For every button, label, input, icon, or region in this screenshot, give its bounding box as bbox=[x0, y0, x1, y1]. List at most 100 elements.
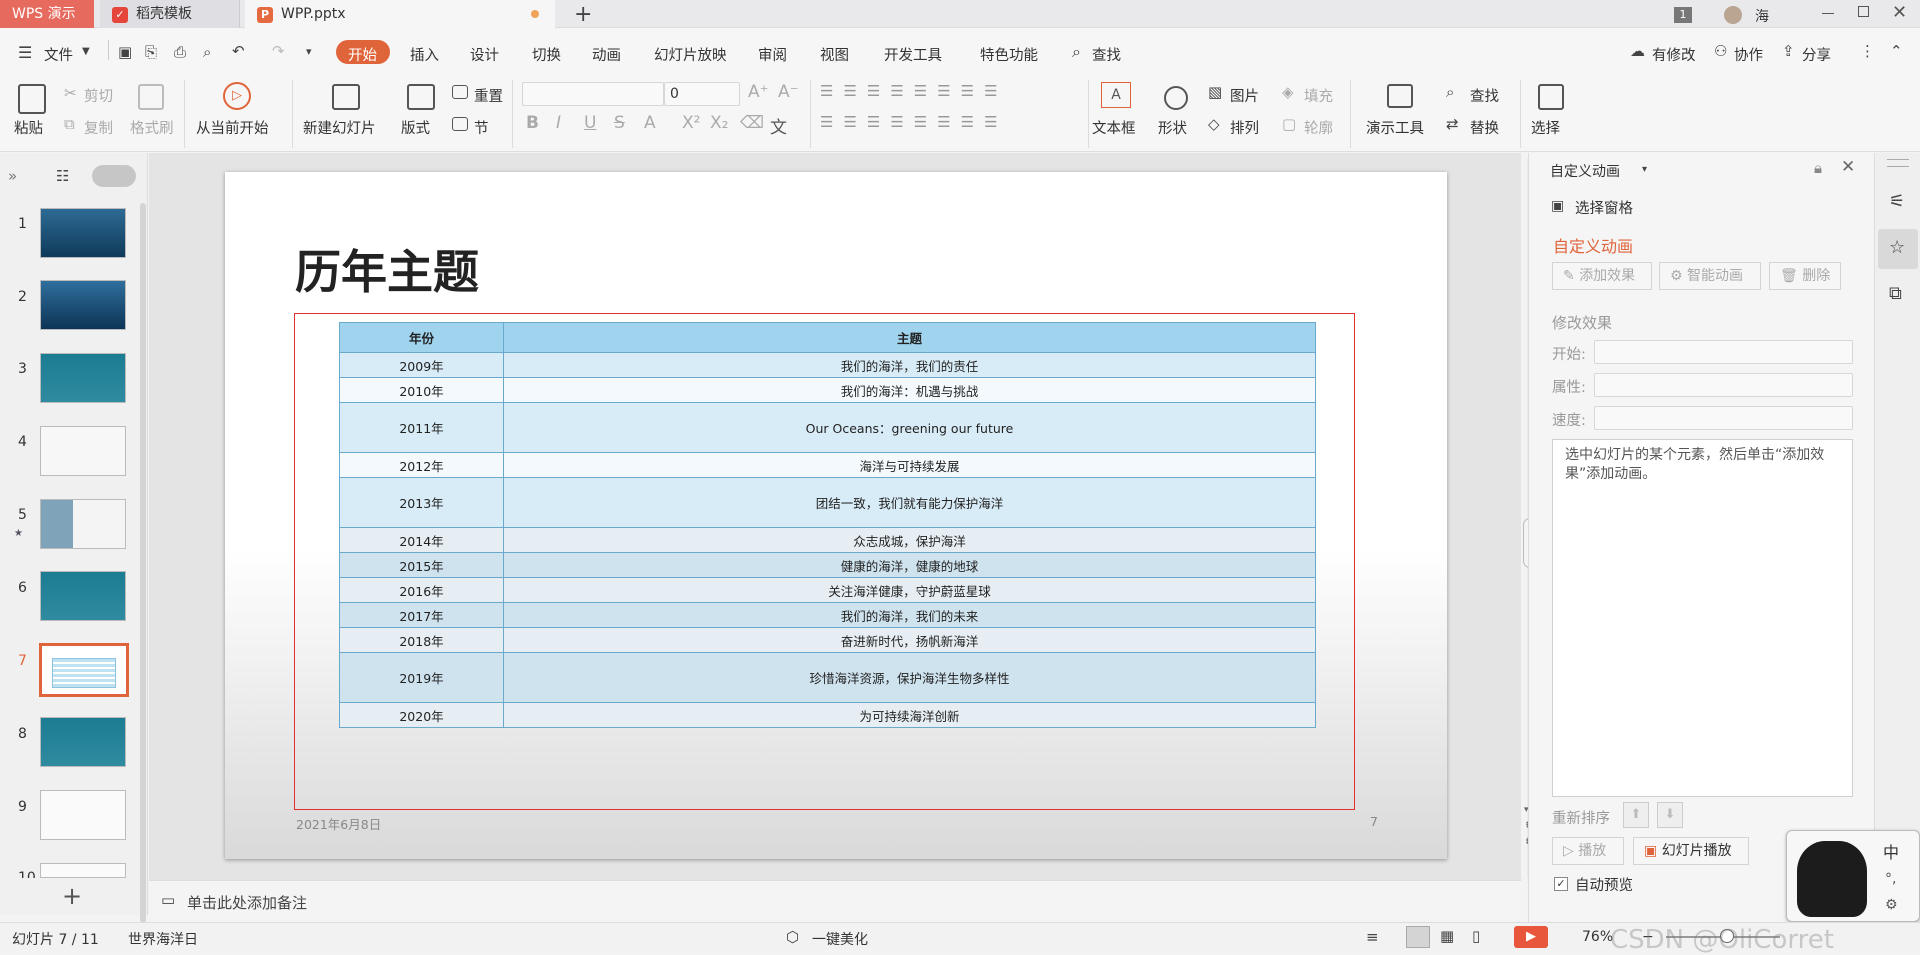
copy-button[interactable]: 复制 bbox=[84, 117, 113, 138]
save-icon[interactable]: ▣ bbox=[118, 45, 132, 60]
decrease-font-icon[interactable]: A⁻ bbox=[778, 82, 799, 102]
slideshow-play-button[interactable]: ▣ 幻灯片播放 bbox=[1633, 837, 1749, 865]
paragraph-list-icons[interactable]: ☰☰☰☰☰☰☰☰ bbox=[820, 82, 1008, 100]
speed-select[interactable] bbox=[1594, 406, 1853, 430]
start-from-current-button[interactable]: 从当前开始 bbox=[196, 117, 269, 138]
ime-settings-icon[interactable]: ⚙ bbox=[1885, 897, 1898, 913]
close-pane-icon[interactable]: ✕ bbox=[1841, 159, 1855, 176]
slide-thumbnail-5[interactable] bbox=[40, 499, 126, 549]
slide-thumbnail-9[interactable] bbox=[40, 790, 126, 840]
replace-button[interactable]: 替换 bbox=[1470, 117, 1499, 138]
delete-button[interactable]: 🗑︎ 删除 bbox=[1769, 262, 1841, 290]
output-pdf-icon[interactable]: ⎘ bbox=[145, 45, 157, 60]
slide-thumbnail-4[interactable] bbox=[40, 426, 126, 476]
smart-animation-button[interactable]: ⚙ 智能动画 bbox=[1659, 262, 1761, 290]
ime-floating-widget[interactable]: 中 °, ⚙ bbox=[1786, 830, 1920, 922]
minimize-icon[interactable] bbox=[1822, 13, 1834, 14]
app-tab[interactable]: WPS 演示 bbox=[0, 0, 94, 28]
find-button[interactable]: 查找 bbox=[1470, 85, 1499, 106]
tab-animation[interactable]: 动画 bbox=[592, 44, 621, 65]
tab-design[interactable]: 设计 bbox=[470, 44, 499, 65]
new-slide-button[interactable]: 新建幻灯片 bbox=[303, 117, 376, 138]
slide-thumbnail-2[interactable] bbox=[40, 280, 126, 330]
slide-thumbnail-1[interactable] bbox=[40, 208, 126, 258]
font-color-icon[interactable]: A bbox=[644, 113, 656, 133]
slide-thumbnail-3[interactable] bbox=[40, 353, 126, 403]
undo-icon[interactable]: ↶ bbox=[232, 44, 245, 59]
slide-thumbnail-10[interactable] bbox=[40, 863, 126, 878]
section-button[interactable]: 节 bbox=[474, 117, 489, 138]
slide-title[interactable]: 历年主题 bbox=[295, 236, 479, 302]
format-painter-button[interactable]: 格式刷 bbox=[130, 117, 174, 138]
slide-sorter-icon[interactable]: ▦ bbox=[1440, 929, 1454, 944]
paste-icon[interactable] bbox=[18, 84, 46, 114]
strikethrough-icon[interactable]: S bbox=[614, 113, 625, 133]
tab-review[interactable]: 审阅 bbox=[758, 44, 787, 65]
select-button[interactable]: 选择 bbox=[1531, 117, 1560, 138]
italic-icon[interactable]: I bbox=[556, 113, 561, 133]
superscript-icon[interactable]: X² bbox=[682, 113, 700, 133]
tab-wpp-pptx[interactable]: P WPP.pptx bbox=[245, 0, 555, 28]
collaborate-button[interactable]: 协作 bbox=[1734, 44, 1763, 65]
lock-icon[interactable]: 🔒︎ bbox=[1814, 161, 1822, 176]
restore-icon[interactable] bbox=[1858, 6, 1869, 17]
subscript-icon[interactable]: X₂ bbox=[710, 113, 728, 133]
outline-view-icon[interactable]: ☷ bbox=[56, 169, 69, 184]
tab-transition[interactable]: 切换 bbox=[532, 44, 561, 65]
expand-pane-icon[interactable]: » bbox=[8, 169, 17, 184]
slide-thumbnail-6[interactable] bbox=[40, 571, 126, 621]
modified-status[interactable]: 有修改 bbox=[1652, 44, 1696, 65]
properties-icon[interactable]: ⚟ bbox=[1889, 193, 1905, 211]
share-button[interactable]: 分享 bbox=[1802, 44, 1831, 65]
tab-developer[interactable]: 开发工具 bbox=[884, 44, 942, 65]
tab-docer-templates[interactable]: ✓ 稻壳模板 bbox=[100, 0, 240, 28]
ime-chinese-mode-icon[interactable]: 中 bbox=[1883, 839, 1899, 863]
ime-punctuation-icon[interactable]: °, bbox=[1885, 871, 1896, 887]
property-select[interactable] bbox=[1594, 373, 1853, 397]
redo-icon[interactable]: ↷ bbox=[272, 44, 285, 59]
close-window-icon[interactable]: ✕ bbox=[1892, 2, 1907, 23]
outline-button[interactable]: 轮廓 bbox=[1304, 117, 1333, 138]
search-icon[interactable]: ⌕ bbox=[1072, 44, 1081, 60]
one-click-beautify-button[interactable]: 一键美化 bbox=[812, 929, 868, 949]
add-effect-button[interactable]: ✎ 添加效果 bbox=[1552, 262, 1652, 290]
thumbnail-view-toggle[interactable] bbox=[92, 165, 136, 187]
customize-toolbar-icon[interactable]: ▾ bbox=[306, 46, 312, 57]
character-spacing-icon[interactable]: 文 bbox=[770, 113, 787, 138]
increase-font-icon[interactable]: A⁺ bbox=[748, 82, 769, 102]
transition-icon[interactable]: ⧉ bbox=[1889, 285, 1902, 303]
paragraph-align-icons[interactable]: ☰☰☰☰☰☰☰☰ bbox=[820, 113, 1008, 131]
move-up-icon[interactable]: ⬆ bbox=[1623, 802, 1649, 828]
play-slideshow-button[interactable]: ▶ bbox=[1514, 926, 1548, 948]
notes-toggle-icon[interactable]: ≡ bbox=[1366, 930, 1379, 945]
move-down-icon[interactable]: ⬇ bbox=[1657, 802, 1683, 828]
tab-view[interactable]: 视图 bbox=[820, 44, 849, 65]
pane-header[interactable]: 自定义动画 bbox=[1550, 161, 1620, 181]
selection-pane-link[interactable]: 选择窗格 bbox=[1575, 197, 1633, 218]
notes-placeholder[interactable]: 单击此处添加备注 bbox=[187, 892, 307, 913]
reset-button[interactable]: 重置 bbox=[474, 85, 503, 106]
scrollbar[interactable] bbox=[140, 203, 146, 923]
tab-special-features[interactable]: 特色功能 bbox=[980, 44, 1038, 65]
collapse-ribbon-icon[interactable]: ⌃ bbox=[1890, 44, 1903, 59]
print-preview-icon[interactable]: ⌕ bbox=[203, 45, 211, 60]
cut-button[interactable]: 剪切 bbox=[84, 85, 113, 106]
collapse-handle[interactable] bbox=[1887, 159, 1909, 167]
hamburger-icon[interactable]: ☰ bbox=[18, 45, 32, 61]
file-menu[interactable]: 文件 bbox=[44, 44, 73, 65]
tab-slideshow[interactable]: 幻灯片放映 bbox=[654, 44, 727, 65]
image-button[interactable]: 图片 bbox=[1230, 85, 1259, 106]
more-icon[interactable]: ⋮ bbox=[1860, 44, 1875, 59]
auto-preview-checkbox[interactable]: ✓ bbox=[1554, 877, 1568, 891]
font-family-select[interactable] bbox=[522, 82, 664, 106]
bold-icon[interactable]: B bbox=[526, 113, 539, 133]
animation-list[interactable]: 选中幻灯片的某个元素，然后单击“添加效果”添加动画。 bbox=[1552, 439, 1853, 797]
presentation-tools-button[interactable]: 演示工具 bbox=[1366, 117, 1424, 138]
layout-button[interactable]: 版式 bbox=[401, 117, 430, 138]
reading-view-icon[interactable]: ▯ bbox=[1472, 929, 1480, 944]
themes-table[interactable]: 年份 主题 2009年 我们的海洋，我们的责任 2010年 我们的海洋：机遇与挑战 20… bbox=[339, 322, 1316, 728]
avatar[interactable] bbox=[1724, 6, 1742, 24]
window-count-badge[interactable]: 1 bbox=[1674, 7, 1692, 23]
fill-button[interactable]: 填充 bbox=[1304, 85, 1333, 106]
zoom-level[interactable]: 76% bbox=[1582, 929, 1613, 945]
